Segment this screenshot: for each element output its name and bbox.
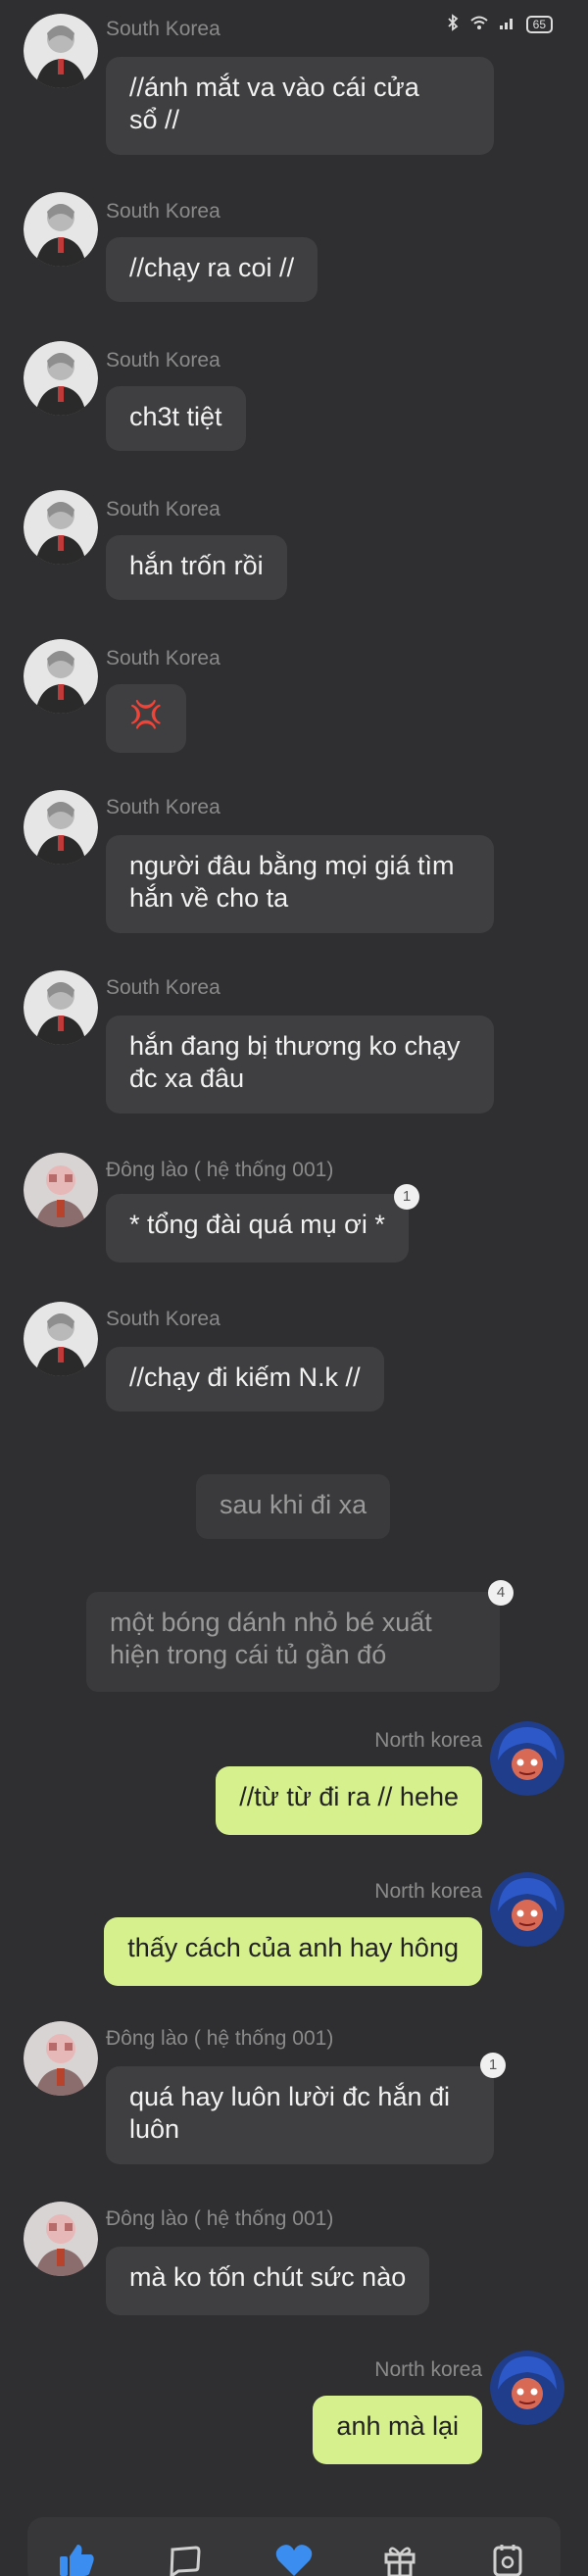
avatar[interactable] [24, 490, 98, 565]
avatar[interactable] [24, 192, 98, 267]
message-bubble[interactable]: mà ko tốn chút sức nào [106, 2247, 430, 2315]
thumbs-up-icon[interactable] [57, 2541, 96, 2576]
avatar[interactable] [24, 1153, 98, 1227]
sender-name: South Korea [106, 1308, 220, 1330]
reaction-count-badge[interactable]: 1 [480, 2053, 506, 2078]
sender-name: South Korea [106, 647, 220, 669]
narration-note[interactable]: sau khi đi xa [196, 1474, 391, 1539]
avatar[interactable] [24, 970, 98, 1045]
message-bubble[interactable]: //chạy đi kiếm N.k // [106, 1347, 384, 1412]
message-bubble[interactable]: //ánh mắt va vào cái cửa sổ // [106, 57, 494, 155]
message-bubble[interactable]: //chạy ra coi // [106, 237, 318, 302]
reaction-toolbar [27, 2517, 561, 2576]
sender-name: Đông lào ( hệ thống 001) [106, 2027, 334, 2050]
reaction-count-badge[interactable]: 4 [488, 1580, 514, 1606]
avatar[interactable] [24, 2202, 98, 2276]
message-bubble[interactable]: quá hay luôn lười đc hắn đi luôn [106, 2066, 494, 2164]
avatar[interactable] [24, 2021, 98, 2096]
status-icons: 65 [446, 14, 553, 34]
my-message-bubble[interactable]: //từ từ đi ra // hehe [216, 1766, 482, 1835]
avatar[interactable] [490, 2351, 564, 2425]
anger-emoji-bubble[interactable]: 💢 [106, 684, 186, 753]
avatar[interactable] [24, 1302, 98, 1376]
sender-name: South Korea [106, 349, 220, 372]
sender-name: Đông lào ( hệ thống 001) [106, 1159, 334, 1181]
sender-name: North korea [374, 1880, 482, 1903]
message-bubble[interactable]: ch3t tiệt [106, 386, 246, 451]
bluetooth-icon [446, 14, 460, 34]
chat-bubble-icon[interactable] [165, 2541, 204, 2576]
avatar[interactable] [490, 1872, 564, 1947]
chat-screen: 65 South Korea //ánh mắt va vào cái cửa … [0, 0, 588, 2576]
avatar[interactable] [24, 790, 98, 865]
avatar[interactable] [24, 14, 98, 88]
heart-icon[interactable] [274, 2541, 314, 2576]
gift-icon[interactable] [380, 2541, 419, 2576]
message-bubble[interactable]: hắn đang bị thương ko chạy đc xa đâu [106, 1016, 494, 1114]
wifi-icon [469, 15, 489, 33]
badge-icon[interactable] [488, 2541, 527, 2576]
sender-name: South Korea [106, 18, 220, 40]
reaction-count-badge[interactable]: 1 [394, 1184, 419, 1210]
sender-name: North korea [374, 2358, 482, 2381]
sender-name: South Korea [106, 498, 220, 520]
sender-name: South Korea [106, 200, 220, 223]
message-bubble[interactable]: hắn trốn rồi [106, 535, 287, 600]
message-bubble[interactable]: người đâu bằng mọi giá tìm hắn về cho ta [106, 835, 494, 933]
my-message-bubble[interactable]: anh mà lại [313, 2396, 482, 2464]
sender-name: South Korea [106, 796, 220, 818]
my-message-bubble[interactable]: thấy cách của anh hay hông [104, 1917, 482, 1986]
sender-name: Đông lào ( hệ thống 001) [106, 2207, 334, 2230]
sender-name: South Korea [106, 976, 220, 999]
avatar[interactable] [24, 639, 98, 714]
signal-icon [499, 15, 516, 33]
sender-name: North korea [374, 1729, 482, 1752]
narration-note[interactable]: một bóng dánh nhỏ bé xuất hiện trong cái… [86, 1592, 500, 1692]
message-bubble[interactable]: * tổng đài quá mụ ơi * [106, 1194, 409, 1263]
avatar[interactable] [490, 1721, 564, 1796]
avatar[interactable] [24, 341, 98, 416]
battery-indicator: 65 [525, 15, 553, 33]
